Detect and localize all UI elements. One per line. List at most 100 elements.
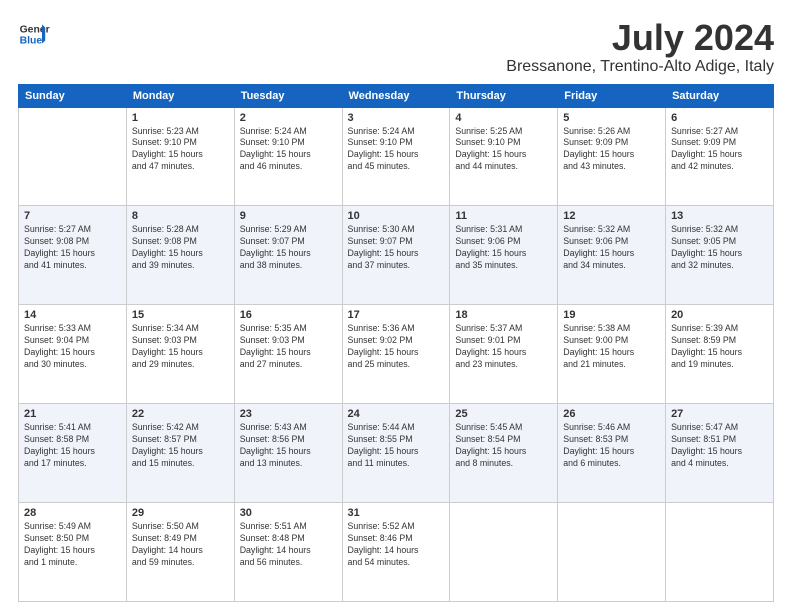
day-info: Sunrise: 5:39 AM Sunset: 8:59 PM Dayligh… bbox=[671, 323, 768, 371]
day-number: 21 bbox=[24, 408, 121, 420]
day-number: 8 bbox=[132, 210, 229, 222]
day-cell: 24Sunrise: 5:44 AM Sunset: 8:55 PM Dayli… bbox=[342, 404, 450, 503]
day-number: 18 bbox=[455, 309, 552, 321]
col-header-saturday: Saturday bbox=[666, 84, 774, 107]
day-number: 26 bbox=[563, 408, 660, 420]
day-number: 6 bbox=[671, 112, 768, 124]
day-cell: 11 Sunrise: 5:31 AM Sunset: 9:06 PM Dayli… bbox=[450, 206, 558, 305]
day-info: Sunrise: 5:30 AM Sunset: 9:07 PM Dayligh… bbox=[348, 224, 445, 272]
day-cell: 21 Sunrise: 5:41 AM Sunset: 8:58 PM Dayli… bbox=[19, 404, 127, 503]
subtitle: Bressanone, Trentino-Alto Adige, Italy bbox=[506, 58, 774, 76]
day-cell: 31Sunrise: 5:52 AM Sunset: 8:46 PM Dayli… bbox=[342, 503, 450, 602]
day-number: 15 bbox=[132, 309, 229, 321]
day-info: Sunrise: 5:45 AM Sunset: 8:54 PM Dayligh… bbox=[455, 422, 552, 470]
calendar-header-row: SundayMondayTuesdayWednesdayThursdayFrid… bbox=[19, 84, 774, 107]
day-number: 4 bbox=[455, 112, 552, 124]
day-info: Sunrise: 5:27 AM Sunset: 9:08 PM Dayligh… bbox=[24, 224, 121, 272]
day-number: 28 bbox=[24, 507, 121, 519]
day-info: Sunrise: 5:42 AM Sunset: 8:57 PM Dayligh… bbox=[132, 422, 229, 470]
day-number: 13 bbox=[671, 210, 768, 222]
week-row-5: 28 Sunrise: 5:49 AM Sunset: 8:50 PM Dayli… bbox=[19, 503, 774, 602]
day-number: 25 bbox=[455, 408, 552, 420]
day-number: 27 bbox=[671, 408, 768, 420]
day-info: Sunrise: 5:34 AM Sunset: 9:03 PM Dayligh… bbox=[132, 323, 229, 371]
day-cell bbox=[450, 503, 558, 602]
day-cell bbox=[19, 107, 127, 206]
day-info: Sunrise: 5:41 AM Sunset: 8:58 PM Dayligh… bbox=[24, 422, 121, 470]
day-number: 2 bbox=[240, 112, 337, 124]
day-number: 7 bbox=[24, 210, 121, 222]
day-cell: 18 Sunrise: 5:37 AM Sunset: 9:01 PM Dayli… bbox=[450, 305, 558, 404]
day-number: 17 bbox=[348, 309, 445, 321]
week-row-2: 7 Sunrise: 5:27 AM Sunset: 9:08 PM Daylig… bbox=[19, 206, 774, 305]
day-info: Sunrise: 5:49 AM Sunset: 8:50 PM Dayligh… bbox=[24, 521, 121, 569]
day-cell: 4 Sunrise: 5:25 AM Sunset: 9:10 PM Daylig… bbox=[450, 107, 558, 206]
week-row-1: 1Sunrise: 5:23 AM Sunset: 9:10 PM Daylig… bbox=[19, 107, 774, 206]
day-number: 31 bbox=[348, 507, 445, 519]
day-cell: 14Sunrise: 5:33 AM Sunset: 9:04 PM Dayli… bbox=[19, 305, 127, 404]
logo-icon: General Blue bbox=[18, 18, 50, 50]
day-cell: 30 Sunrise: 5:51 AM Sunset: 8:48 PM Dayli… bbox=[234, 503, 342, 602]
col-header-monday: Monday bbox=[126, 84, 234, 107]
day-info: Sunrise: 5:47 AM Sunset: 8:51 PM Dayligh… bbox=[671, 422, 768, 470]
day-number: 22 bbox=[132, 408, 229, 420]
logo: General Blue bbox=[18, 18, 50, 50]
page: General Blue July 2024 Bressanone, Trent… bbox=[0, 0, 792, 612]
day-cell: 15 Sunrise: 5:34 AM Sunset: 9:03 PM Dayli… bbox=[126, 305, 234, 404]
day-cell: 22 Sunrise: 5:42 AM Sunset: 8:57 PM Dayli… bbox=[126, 404, 234, 503]
day-cell: 23 Sunrise: 5:43 AM Sunset: 8:56 PM Dayli… bbox=[234, 404, 342, 503]
day-info: Sunrise: 5:50 AM Sunset: 8:49 PM Dayligh… bbox=[132, 521, 229, 569]
day-number: 23 bbox=[240, 408, 337, 420]
day-cell: 6 Sunrise: 5:27 AM Sunset: 9:09 PM Daylig… bbox=[666, 107, 774, 206]
col-header-sunday: Sunday bbox=[19, 84, 127, 107]
day-info: Sunrise: 5:25 AM Sunset: 9:10 PM Dayligh… bbox=[455, 126, 552, 174]
day-cell bbox=[558, 503, 666, 602]
day-info: Sunrise: 5:32 AM Sunset: 9:06 PM Dayligh… bbox=[563, 224, 660, 272]
day-info: Sunrise: 5:24 AM Sunset: 9:10 PM Dayligh… bbox=[348, 126, 445, 174]
day-info: Sunrise: 5:51 AM Sunset: 8:48 PM Dayligh… bbox=[240, 521, 337, 569]
day-info: Sunrise: 5:27 AM Sunset: 9:09 PM Dayligh… bbox=[671, 126, 768, 174]
day-info: Sunrise: 5:33 AM Sunset: 9:04 PM Dayligh… bbox=[24, 323, 121, 371]
col-header-thursday: Thursday bbox=[450, 84, 558, 107]
day-number: 11 bbox=[455, 210, 552, 222]
day-cell: 17 Sunrise: 5:36 AM Sunset: 9:02 PM Dayli… bbox=[342, 305, 450, 404]
day-info: Sunrise: 5:37 AM Sunset: 9:01 PM Dayligh… bbox=[455, 323, 552, 371]
day-cell: 5 Sunrise: 5:26 AM Sunset: 9:09 PM Daylig… bbox=[558, 107, 666, 206]
day-info: Sunrise: 5:24 AM Sunset: 9:10 PM Dayligh… bbox=[240, 126, 337, 174]
day-cell: 19Sunrise: 5:38 AM Sunset: 9:00 PM Dayli… bbox=[558, 305, 666, 404]
day-info: Sunrise: 5:36 AM Sunset: 9:02 PM Dayligh… bbox=[348, 323, 445, 371]
day-info: Sunrise: 5:46 AM Sunset: 8:53 PM Dayligh… bbox=[563, 422, 660, 470]
day-number: 16 bbox=[240, 309, 337, 321]
day-cell: 25 Sunrise: 5:45 AM Sunset: 8:54 PM Dayli… bbox=[450, 404, 558, 503]
day-cell: 9Sunrise: 5:29 AM Sunset: 9:07 PM Daylig… bbox=[234, 206, 342, 305]
day-cell: 26 Sunrise: 5:46 AM Sunset: 8:53 PM Dayli… bbox=[558, 404, 666, 503]
col-header-friday: Friday bbox=[558, 84, 666, 107]
day-number: 3 bbox=[348, 112, 445, 124]
day-number: 29 bbox=[132, 507, 229, 519]
day-info: Sunrise: 5:32 AM Sunset: 9:05 PM Dayligh… bbox=[671, 224, 768, 272]
header: General Blue July 2024 Bressanone, Trent… bbox=[18, 18, 774, 76]
day-cell: 10 Sunrise: 5:30 AM Sunset: 9:07 PM Dayli… bbox=[342, 206, 450, 305]
day-cell: 7 Sunrise: 5:27 AM Sunset: 9:08 PM Daylig… bbox=[19, 206, 127, 305]
col-header-wednesday: Wednesday bbox=[342, 84, 450, 107]
day-info: Sunrise: 5:29 AM Sunset: 9:07 PM Dayligh… bbox=[240, 224, 337, 272]
day-info: Sunrise: 5:38 AM Sunset: 9:00 PM Dayligh… bbox=[563, 323, 660, 371]
day-cell: 12 Sunrise: 5:32 AM Sunset: 9:06 PM Dayli… bbox=[558, 206, 666, 305]
day-info: Sunrise: 5:31 AM Sunset: 9:06 PM Dayligh… bbox=[455, 224, 552, 272]
calendar-table: SundayMondayTuesdayWednesdayThursdayFrid… bbox=[18, 84, 774, 602]
svg-text:General: General bbox=[20, 24, 50, 35]
day-info: Sunrise: 5:26 AM Sunset: 9:09 PM Dayligh… bbox=[563, 126, 660, 174]
day-cell: 3 Sunrise: 5:24 AM Sunset: 9:10 PM Daylig… bbox=[342, 107, 450, 206]
day-cell: 8Sunrise: 5:28 AM Sunset: 9:08 PM Daylig… bbox=[126, 206, 234, 305]
day-info: Sunrise: 5:43 AM Sunset: 8:56 PM Dayligh… bbox=[240, 422, 337, 470]
day-cell: 2 Sunrise: 5:24 AM Sunset: 9:10 PM Daylig… bbox=[234, 107, 342, 206]
day-number: 12 bbox=[563, 210, 660, 222]
day-number: 10 bbox=[348, 210, 445, 222]
main-title: July 2024 bbox=[506, 18, 774, 58]
day-info: Sunrise: 5:23 AM Sunset: 9:10 PM Dayligh… bbox=[132, 126, 229, 174]
day-number: 5 bbox=[563, 112, 660, 124]
day-info: Sunrise: 5:44 AM Sunset: 8:55 PM Dayligh… bbox=[348, 422, 445, 470]
day-number: 30 bbox=[240, 507, 337, 519]
day-number: 20 bbox=[671, 309, 768, 321]
day-info: Sunrise: 5:35 AM Sunset: 9:03 PM Dayligh… bbox=[240, 323, 337, 371]
